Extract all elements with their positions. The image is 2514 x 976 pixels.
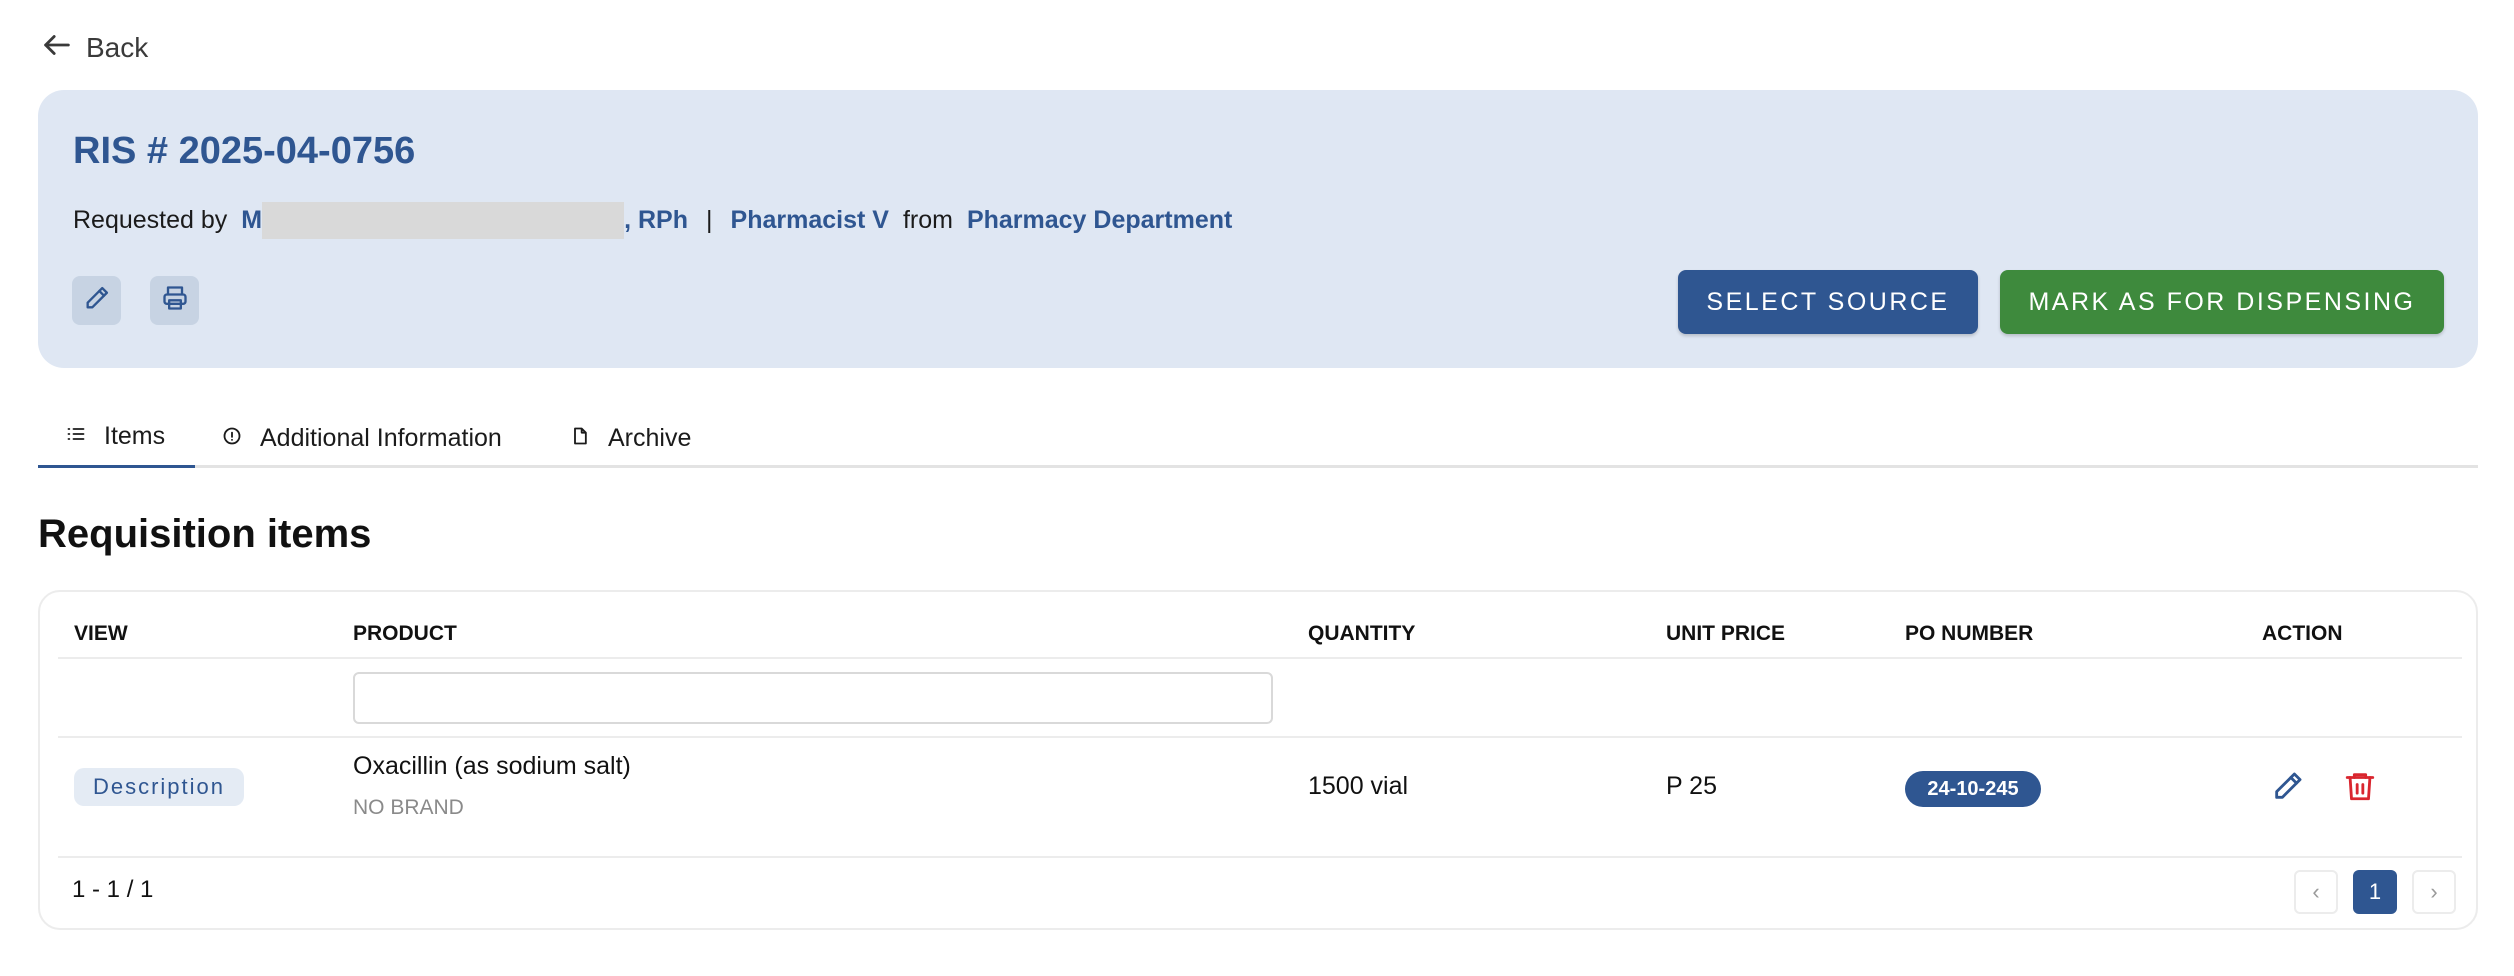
column-header-view: VIEW (74, 622, 128, 645)
tab-additional-information[interactable]: Additional Information (222, 408, 502, 468)
mark-for-dispensing-button[interactable]: MARK AS FOR DISPENSING (2000, 270, 2444, 334)
column-header-po-number: PO NUMBER (1905, 622, 2034, 645)
requester-name-suffix[interactable]: , RPh (624, 206, 688, 235)
redacted-name (262, 202, 625, 239)
requested-by-label: Requested by (73, 206, 228, 234)
product-filter-input[interactable] (353, 672, 1273, 724)
separator: | (706, 206, 713, 234)
column-header-unit-price: UNIT PRICE (1666, 622, 1786, 645)
print-button[interactable] (150, 276, 199, 325)
back-label: Back (86, 31, 149, 63)
pagination-range: 1 - 1 / 1 (72, 876, 154, 903)
trash-icon (2343, 769, 2377, 808)
po-number-badge: 24-10-245 (1905, 771, 2041, 807)
file-icon (570, 426, 590, 451)
page-title: RIS # 2025-04-0756 (73, 130, 416, 172)
requester-name-prefix[interactable]: M (241, 206, 262, 235)
quantity-value: 1500 vial (1308, 772, 1409, 800)
section-title: Requisition items (38, 512, 372, 556)
pagination-next-button[interactable]: › (2412, 870, 2456, 914)
column-header-action: ACTION (2262, 622, 2343, 645)
back-link[interactable]: Back (40, 28, 148, 67)
description-button[interactable]: Description (74, 768, 244, 806)
list-icon (66, 424, 86, 449)
pencil-icon (83, 284, 111, 317)
edit-button[interactable] (72, 276, 121, 325)
department-link[interactable]: Pharmacy Department (967, 206, 1232, 235)
requisition-header-card: RIS # 2025-04-0756 Requested by M , RPh … (38, 90, 2478, 368)
from-label: from (902, 206, 953, 234)
info-circle-icon (222, 426, 242, 451)
product-brand: NO BRAND (353, 796, 464, 819)
tab-items[interactable]: Items (38, 408, 195, 468)
unit-price-value: P 25 (1666, 772, 1717, 800)
printer-icon (161, 284, 189, 317)
column-header-product: PRODUCT (353, 622, 457, 645)
pencil-icon (2271, 769, 2305, 808)
tab-items-label: Items (104, 422, 166, 450)
pagination-page-1[interactable]: 1 (2353, 870, 2397, 914)
pagination-prev-button[interactable]: ‹ (2294, 870, 2338, 914)
requested-by-line: Requested by M , RPh | Pharmacist V from… (73, 202, 1232, 239)
tab-archive[interactable]: Archive (570, 408, 691, 468)
arrow-left-icon (40, 28, 74, 67)
column-header-quantity: QUANTITY (1308, 622, 1416, 645)
product-name: Oxacillin (as sodium salt) (353, 752, 631, 780)
tab-archive-label: Archive (608, 423, 692, 452)
tab-bar: Items Additional Information Archive (38, 408, 2478, 468)
header-divider (58, 657, 2462, 659)
delete-row-button[interactable] (2340, 768, 2380, 808)
select-source-button[interactable]: SELECT SOURCE (1678, 270, 1978, 334)
requester-position[interactable]: Pharmacist V (731, 206, 889, 235)
requisition-items-table: VIEW PRODUCT QUANTITY UNIT PRICE PO NUMB… (38, 590, 2478, 930)
edit-row-button[interactable] (2268, 768, 2308, 808)
tab-additional-information-label: Additional Information (260, 423, 502, 452)
row-divider (58, 856, 2462, 858)
page: Back RIS # 2025-04-0756 Requested by M ,… (0, 0, 2514, 976)
filter-divider (58, 736, 2462, 738)
